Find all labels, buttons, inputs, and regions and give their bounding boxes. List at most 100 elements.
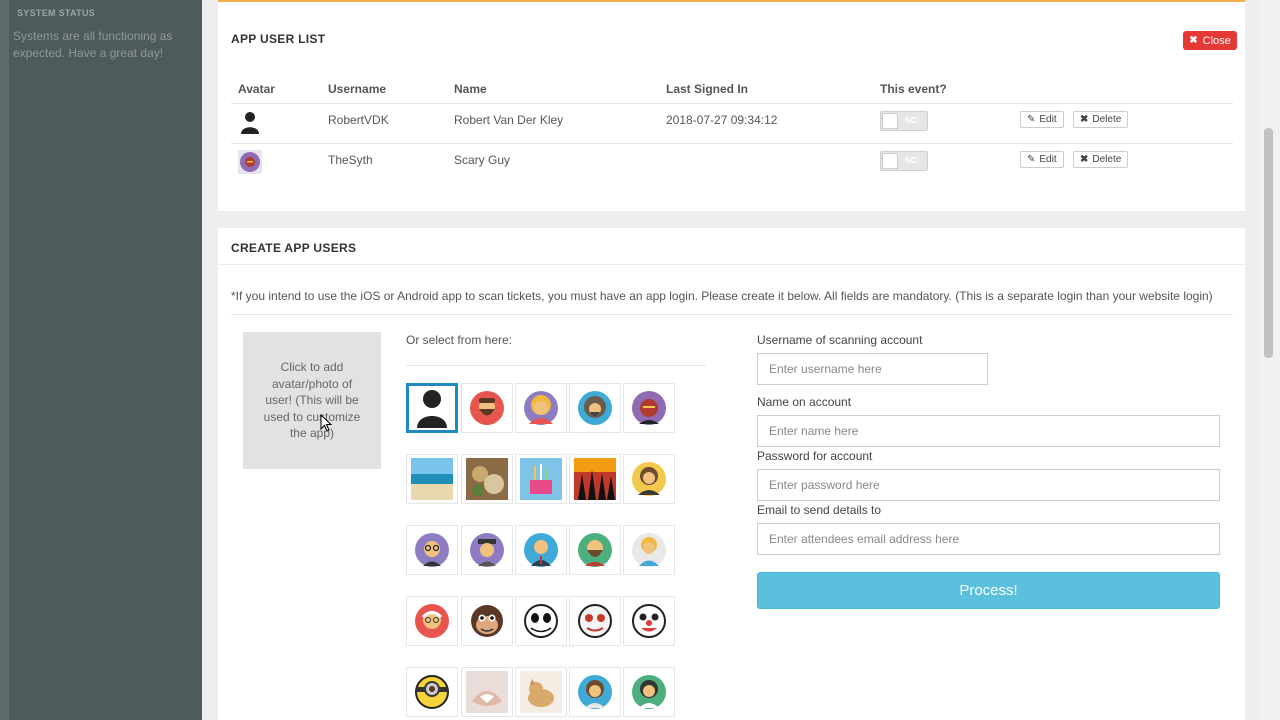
person-silhouette-icon	[417, 390, 447, 428]
toggle-label: NO	[905, 116, 917, 125]
instructions-note: *If you intend to use the iOS or Android…	[231, 289, 1213, 303]
row-divider	[231, 143, 1233, 144]
this-event-toggle[interactable]: NO	[880, 151, 928, 171]
upload-text: Click to add avatar/photo of user! (This…	[263, 360, 361, 441]
process-label: Process!	[959, 582, 1018, 599]
bearded-man-icon	[470, 391, 504, 425]
panel-title: APP USER LIST	[231, 32, 326, 46]
cake-photo-icon	[520, 458, 562, 500]
name-cell: Scary Guy	[454, 153, 511, 167]
system-status-text: Systems are all functioning as expected.…	[13, 29, 173, 60]
username-placeholder: Enter username here	[769, 362, 882, 376]
avatar-option[interactable]	[569, 667, 621, 717]
name-cell: Robert Van Der Kley	[454, 113, 564, 127]
column-header-last-signed-in: Last Signed In	[666, 82, 749, 96]
avatar-option[interactable]	[461, 454, 513, 504]
column-header-avatar: Avatar	[238, 82, 275, 96]
scrollbar-thumb[interactable]	[1264, 128, 1273, 358]
avatar-option[interactable]	[569, 525, 621, 575]
header-divider	[231, 103, 1233, 104]
avatar-option[interactable]	[461, 525, 513, 575]
sidebar-panel	[9, 0, 202, 720]
column-header-username: Username	[328, 82, 387, 96]
last-signed-in-cell: 2018-07-27 09:34:12	[666, 113, 778, 127]
select-divider	[406, 365, 706, 366]
glasses-man-icon	[415, 533, 449, 567]
close-button[interactable]: ✖ Close	[1183, 31, 1237, 50]
hooded-man-icon	[578, 391, 612, 425]
title-divider	[218, 264, 1245, 265]
this-event-toggle[interactable]: NO	[880, 111, 928, 131]
app-user-list-panel: APP USER LIST ✖ Close Avatar Username Na…	[218, 0, 1245, 211]
password-label: Password for account	[757, 449, 873, 463]
username-input[interactable]: Enter username here	[757, 353, 988, 385]
avatar-option[interactable]	[461, 383, 513, 433]
avatar-upload-area[interactable]: Click to add avatar/photo of user! (This…	[243, 332, 381, 469]
process-button[interactable]: Process!	[757, 572, 1220, 609]
edit-button[interactable]: ✎ Edit	[1020, 151, 1064, 168]
edit-icon: ✎	[1027, 154, 1036, 165]
name-placeholder: Enter name here	[769, 424, 859, 438]
column-header-this-event: This event?	[880, 82, 947, 96]
avatar-option[interactable]	[515, 667, 567, 717]
clown-icon	[632, 604, 666, 638]
avatar-option[interactable]	[461, 596, 513, 646]
avatar-option[interactable]	[623, 596, 675, 646]
page-scrollbar[interactable]	[1260, 0, 1280, 720]
avatar-option[interactable]	[569, 383, 621, 433]
avatar-option[interactable]	[623, 454, 675, 504]
edit-button[interactable]: ✎ Edit	[1020, 111, 1064, 128]
avatar-option[interactable]	[406, 667, 458, 717]
suit-man-icon	[524, 533, 558, 567]
old-man-icon	[415, 604, 449, 638]
avatar-option[interactable]	[569, 454, 621, 504]
username-cell: TheSyth	[328, 153, 373, 167]
email-input[interactable]: Enter attendees email address here	[757, 523, 1220, 555]
toggle-knob	[882, 153, 898, 169]
avatar-option[interactable]	[406, 525, 458, 575]
password-input[interactable]: Enter password here	[757, 469, 1220, 501]
woman-green-icon	[632, 675, 666, 709]
woman-avatar-icon	[632, 462, 666, 496]
monkey-icon	[471, 605, 503, 637]
beard-man-green-icon	[578, 533, 612, 567]
avatar-option[interactable]	[569, 596, 621, 646]
password-placeholder: Enter password here	[769, 478, 880, 492]
delete-icon: ✖	[1080, 154, 1089, 165]
name-label: Name on account	[757, 395, 852, 409]
beach-photo-icon	[411, 458, 453, 500]
avatar-option[interactable]	[406, 383, 458, 433]
doll-icon	[578, 604, 612, 638]
delete-button[interactable]: ✖ Delete	[1073, 151, 1129, 168]
toggle-knob	[882, 113, 898, 129]
column-header-name: Name	[454, 82, 487, 96]
avatar-option[interactable]	[515, 383, 567, 433]
email-placeholder: Enter attendees email address here	[769, 532, 960, 546]
avatar-option[interactable]	[406, 454, 458, 504]
minion-icon	[415, 675, 449, 709]
avatar-option[interactable]	[623, 383, 675, 433]
edit-icon: ✎	[1027, 114, 1036, 125]
email-label: Email to send details to	[757, 503, 882, 517]
note-divider	[231, 314, 1233, 315]
avatar-option[interactable]	[515, 525, 567, 575]
hat-man-icon	[470, 533, 504, 567]
avatar-option[interactable]	[515, 596, 567, 646]
avatar-option[interactable]	[623, 667, 675, 717]
close-icon: ✖	[1189, 35, 1198, 46]
avatar-option[interactable]	[461, 667, 513, 717]
avatar-option[interactable]	[406, 596, 458, 646]
avatar-option[interactable]	[515, 454, 567, 504]
cat-photo-icon	[520, 671, 562, 713]
name-input[interactable]: Enter name here	[757, 415, 1220, 447]
avatar-option[interactable]	[623, 525, 675, 575]
person-silhouette-icon	[241, 112, 259, 134]
sidebar: SYSTEM STATUS Systems are all functionin…	[0, 0, 202, 720]
username-cell: RobertVDK	[328, 113, 389, 127]
hands-photo-icon	[466, 671, 508, 713]
username-label: Username of scanning account	[757, 333, 923, 347]
panel-title: CREATE APP USERS	[231, 241, 357, 255]
party-photo-icon	[574, 458, 616, 500]
toggle-label: NO	[905, 156, 917, 165]
delete-button[interactable]: ✖ Delete	[1073, 111, 1129, 128]
